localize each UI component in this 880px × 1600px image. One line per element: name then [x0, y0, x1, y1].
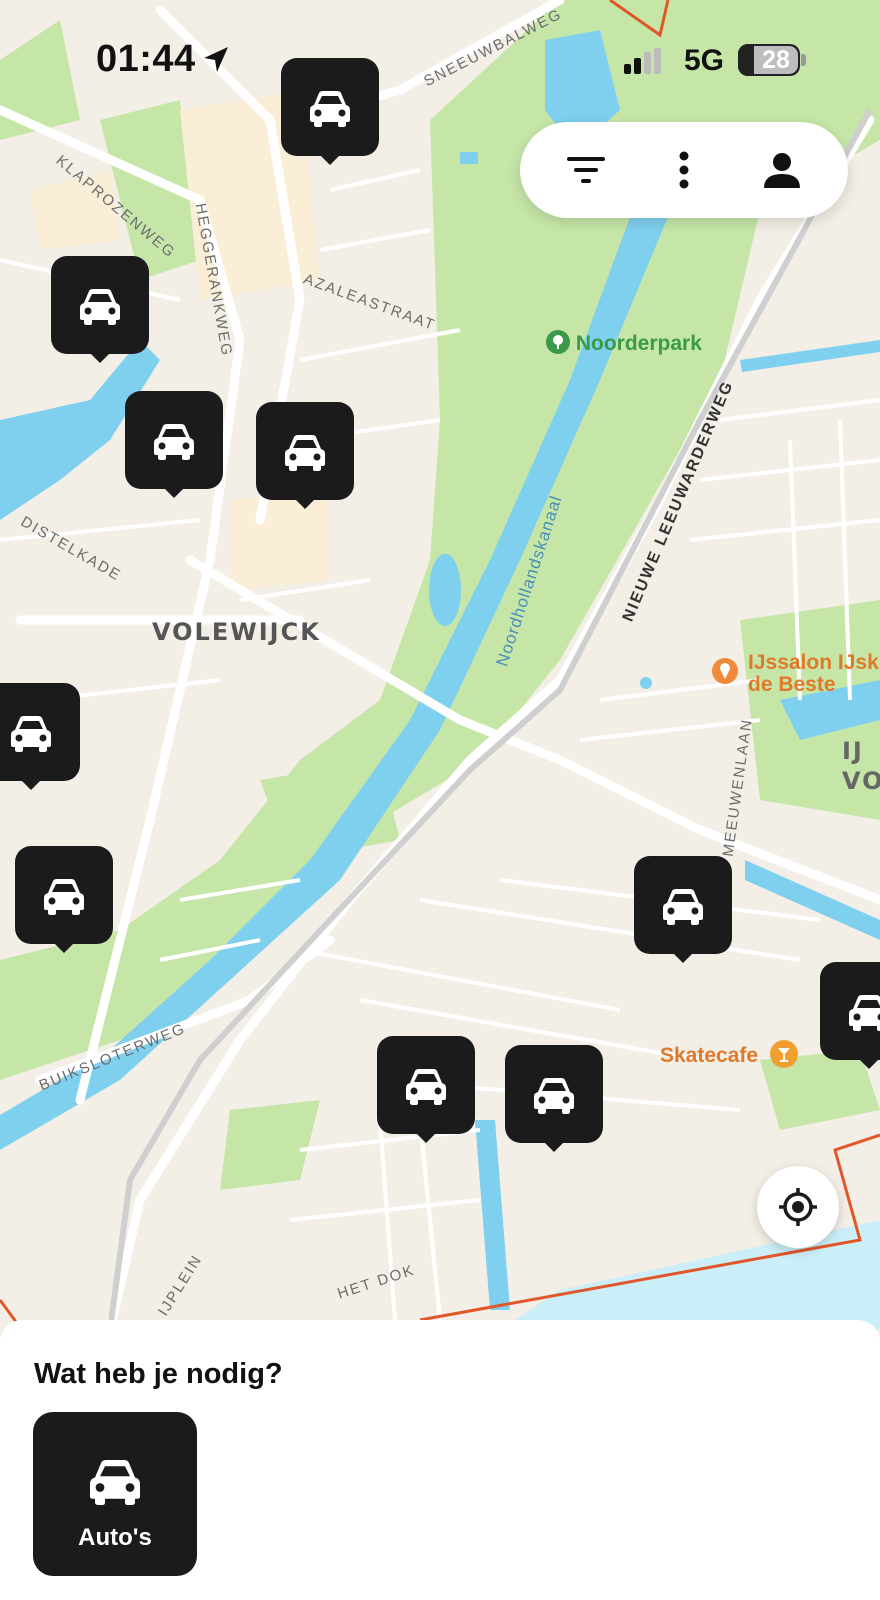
status-bar: 01:44 5G 28 — [0, 0, 880, 110]
location-arrow-icon — [204, 47, 228, 72]
car-pin[interactable] — [51, 256, 149, 363]
car-icon — [80, 289, 120, 325]
battery-tip — [801, 54, 806, 66]
category-cars-label: Auto's — [78, 1524, 152, 1551]
map-toolbar — [520, 122, 848, 218]
cocktail-icon — [769, 1040, 798, 1068]
poi-noorderpark-label: Noorderpark — [575, 332, 702, 355]
bottom-sheet: Wat heb je nodig? Auto's — [0, 1320, 880, 1600]
car-pin[interactable] — [634, 856, 732, 963]
car-pin[interactable] — [125, 391, 223, 498]
profile-button[interactable] — [752, 140, 812, 200]
car-pin[interactable] — [15, 846, 113, 953]
poi-skatecafe[interactable]: Skatecafe — [660, 1040, 798, 1068]
status-time: 01:44 — [96, 38, 196, 80]
poi-ijssalon[interactable]: IJssalon IJsk de Beste — [712, 652, 879, 696]
car-icon — [11, 716, 51, 752]
car-pin[interactable] — [256, 402, 354, 509]
car-icon — [663, 889, 703, 925]
locate-me-button[interactable] — [757, 1166, 839, 1248]
car-pin[interactable] — [820, 962, 880, 1069]
filter-icon — [567, 157, 605, 183]
car-icon — [90, 1460, 140, 1505]
car-pin[interactable] — [377, 1036, 475, 1143]
more-options-button[interactable] — [654, 140, 714, 200]
filter-button[interactable] — [556, 140, 616, 200]
car-icon — [849, 995, 880, 1031]
car-pin[interactable] — [505, 1045, 603, 1152]
profile-icon — [764, 153, 800, 188]
more-vertical-icon — [679, 151, 689, 189]
car-icon — [406, 1069, 446, 1105]
district-label: VOLEWIJCK — [152, 618, 321, 646]
poi-noorderpark[interactable]: Noorderpark — [546, 330, 702, 356]
crosshair-icon — [779, 1188, 817, 1226]
car-icon — [534, 1078, 574, 1114]
poi-ijssalon-label-2: de Beste — [748, 673, 836, 696]
network-type: 5G — [684, 44, 725, 77]
car-pin[interactable] — [0, 683, 80, 790]
battery-level: 28 — [754, 46, 798, 74]
car-icon — [44, 879, 84, 915]
category-cars-button[interactable]: Auto's — [33, 1412, 197, 1576]
district-label-partial: IJ VOG — [842, 737, 880, 795]
sheet-title: Wat heb je nodig? — [34, 1358, 283, 1390]
poi-skatecafe-label: Skatecafe — [660, 1044, 759, 1067]
signal-icon — [624, 48, 661, 74]
car-icon — [154, 424, 194, 460]
battery-icon: 28 — [738, 44, 800, 76]
poi-ijssalon-label-1: IJssalon IJsk — [748, 651, 879, 674]
icecream-icon — [712, 658, 738, 684]
tree-icon — [546, 330, 570, 354]
car-icon — [285, 435, 325, 471]
